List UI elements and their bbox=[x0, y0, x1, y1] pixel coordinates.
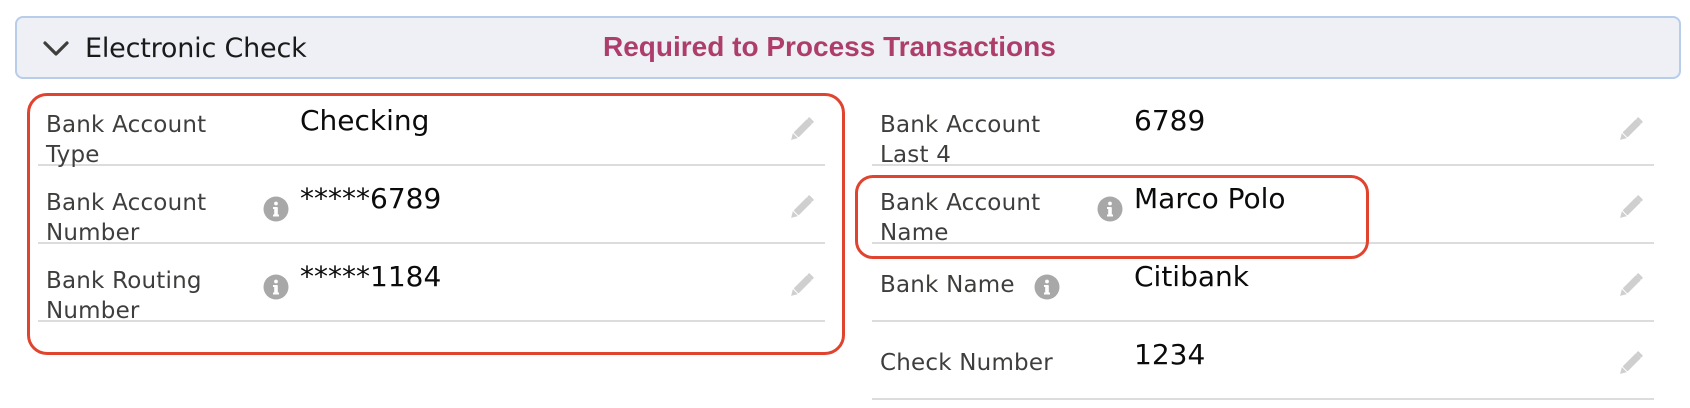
field-bank-account-last-4: Bank Account Last 4 6789 bbox=[872, 88, 1654, 168]
field-bank-account-type: Bank Account Type Checking bbox=[38, 88, 825, 168]
pencil-edit-icon[interactable] bbox=[1614, 348, 1646, 380]
field-value: Citibank bbox=[1134, 260, 1249, 293]
field-value: 1234 bbox=[1134, 338, 1206, 371]
pencil-edit-icon[interactable] bbox=[1614, 192, 1646, 224]
field-value: Marco Polo bbox=[1134, 182, 1286, 215]
electronic-check-section: Electronic Check Required to Process Tra… bbox=[0, 0, 1690, 408]
field-value: *****6789 bbox=[300, 182, 442, 215]
section-title: Electronic Check bbox=[85, 33, 307, 64]
pencil-edit-icon[interactable] bbox=[1614, 114, 1646, 146]
field-value: *****1184 bbox=[300, 260, 442, 293]
pencil-edit-icon[interactable] bbox=[785, 114, 817, 146]
chevron-down-icon[interactable] bbox=[41, 36, 71, 62]
field-label: Bank Account Last 4 bbox=[880, 112, 1041, 168]
field-value: Checking bbox=[300, 104, 430, 137]
info-icon[interactable] bbox=[1097, 196, 1123, 222]
info-icon[interactable] bbox=[263, 274, 289, 300]
field-bank-routing-number: Bank Routing Number *****1184 bbox=[38, 244, 825, 324]
field-bank-name: Bank Name Citibank bbox=[872, 244, 1654, 322]
section-header[interactable]: Electronic Check Required to Process Tra… bbox=[15, 16, 1681, 79]
field-bank-account-number: Bank Account Number *****6789 bbox=[38, 166, 825, 246]
field-label: Bank Account Name bbox=[880, 190, 1041, 246]
field-bank-account-name: Bank Account Name Marco Polo bbox=[872, 166, 1654, 246]
required-note: Required to Process Transactions bbox=[603, 31, 1056, 62]
field-label: Bank Name bbox=[880, 272, 1015, 298]
pencil-edit-icon[interactable] bbox=[785, 192, 817, 224]
field-label: Bank Account Number bbox=[46, 190, 207, 246]
field-label: Bank Account Type bbox=[46, 112, 207, 168]
field-label: Bank Routing Number bbox=[46, 268, 202, 324]
field-check-number: Check Number 1234 bbox=[872, 322, 1654, 400]
pencil-edit-icon[interactable] bbox=[1614, 270, 1646, 302]
info-icon[interactable] bbox=[263, 196, 289, 222]
field-label: Check Number bbox=[880, 350, 1053, 376]
pencil-edit-icon[interactable] bbox=[785, 270, 817, 302]
info-icon[interactable] bbox=[1034, 274, 1060, 300]
field-value: 6789 bbox=[1134, 104, 1206, 137]
